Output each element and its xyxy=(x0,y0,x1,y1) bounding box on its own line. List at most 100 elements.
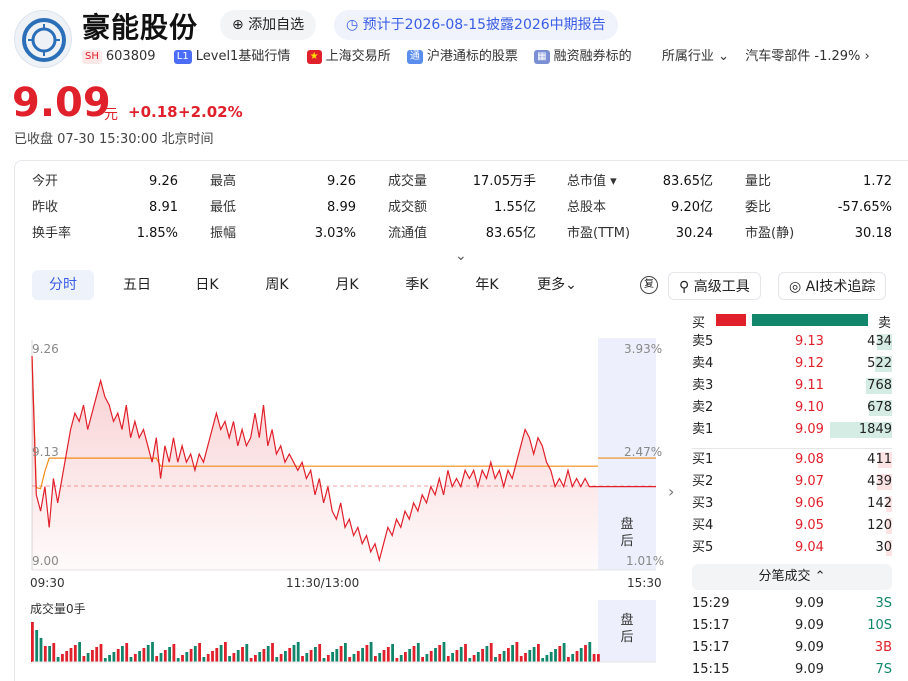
volume-bar xyxy=(485,646,489,662)
volume-bar xyxy=(537,644,540,662)
trade-time: 15:15 xyxy=(692,662,730,677)
volume-bar xyxy=(193,646,197,662)
volume-bar xyxy=(138,651,141,662)
volume-bar xyxy=(451,653,454,662)
trade-price: 9.09 xyxy=(795,596,824,611)
trade-price: 9.09 xyxy=(795,662,824,677)
bid-row[interactable]: 买3 9.06 142 xyxy=(692,493,892,515)
volume-bar xyxy=(318,644,322,662)
level-price: 9.06 xyxy=(795,496,824,511)
trade-volume: 3S xyxy=(875,596,892,611)
volume-bar xyxy=(129,657,133,662)
level-volume: 1849 xyxy=(858,422,892,437)
volume-bar xyxy=(399,655,403,662)
price-axis-high: 9.26 xyxy=(32,342,59,356)
volume-bar xyxy=(575,651,579,662)
volume-bar xyxy=(31,622,34,662)
trade-volume: 7S xyxy=(875,662,892,677)
volume-bar xyxy=(597,654,600,662)
level-label: 买2 xyxy=(692,474,714,489)
collapse-panel-chevron-icon[interactable]: › xyxy=(668,482,674,501)
volume-bar xyxy=(211,651,214,662)
volume-bar xyxy=(507,648,510,662)
trade-price: 9.09 xyxy=(795,640,824,655)
trade-volume: 3B xyxy=(874,640,892,655)
volume-bar xyxy=(73,645,77,662)
volume-bar xyxy=(52,643,56,662)
volume-bar xyxy=(348,657,352,662)
volume-bar xyxy=(271,643,274,662)
ask-row[interactable]: 卖2 9.10 678 xyxy=(692,397,892,419)
volume-bar xyxy=(554,649,557,662)
volume-bar xyxy=(476,652,480,662)
bid-row[interactable]: 买2 9.07 439 xyxy=(692,471,892,493)
volume-bar xyxy=(335,649,339,662)
volume-bar xyxy=(249,658,253,662)
volume-bar xyxy=(459,647,463,662)
trade-row: 15:29 9.09 3S xyxy=(692,593,892,615)
volume-bar xyxy=(549,652,553,662)
volume-bar xyxy=(86,653,90,662)
volume-bar xyxy=(314,647,317,662)
ask-row[interactable]: 卖4 9.12 522 xyxy=(692,353,892,375)
level-label: 卖5 xyxy=(692,334,714,349)
volume-bar xyxy=(344,643,347,662)
bid-row[interactable]: 买1 9.08 411 xyxy=(692,449,892,471)
volume-bar xyxy=(305,653,309,662)
volume-bar xyxy=(254,655,257,662)
ask-row[interactable]: 卖3 9.11 768 xyxy=(692,375,892,397)
ask-row[interactable]: 卖1 9.09 1849 xyxy=(692,419,892,441)
level-price: 9.11 xyxy=(795,378,824,393)
bid-row[interactable]: 买4 9.05 120 xyxy=(692,515,892,537)
volume-bar xyxy=(481,649,484,662)
volume-bar xyxy=(464,644,467,662)
volume-bar xyxy=(434,648,437,662)
volume-bar xyxy=(365,645,369,662)
volume-bar xyxy=(133,654,137,662)
level-volume: 411 xyxy=(867,452,892,467)
trade-time: 15:29 xyxy=(692,596,730,611)
volume-bar xyxy=(326,655,330,662)
time-axis-end: 15:30 xyxy=(627,576,662,590)
volume-bar xyxy=(412,646,416,662)
volume-bar xyxy=(455,650,459,662)
level-label: 买1 xyxy=(692,452,714,467)
tick-trades-toggle[interactable]: 分笔成交 ⌃ xyxy=(692,564,892,590)
level-volume: 522 xyxy=(867,356,892,371)
volume-bar xyxy=(168,647,171,662)
level-price: 9.12 xyxy=(795,356,824,371)
volume-bar xyxy=(61,654,64,662)
level-price: 9.10 xyxy=(795,400,824,415)
volume-bar xyxy=(245,644,249,662)
level-label: 卖2 xyxy=(692,400,714,415)
volume-bar xyxy=(116,649,120,662)
ask-row[interactable]: 卖5 9.13 434 xyxy=(692,331,892,353)
volume-bar xyxy=(262,649,266,662)
volume-bar xyxy=(519,656,523,662)
volume-bar xyxy=(361,648,364,662)
volume-bar xyxy=(369,642,373,662)
level-volume: 678 xyxy=(867,400,892,415)
bid-row[interactable]: 买5 9.04 30 xyxy=(692,537,892,559)
volume-bar xyxy=(185,652,189,662)
volume-bar xyxy=(515,642,519,662)
volume-bar xyxy=(78,642,81,662)
volume-bar xyxy=(567,657,570,662)
volume-bar xyxy=(511,645,514,662)
volume-bar xyxy=(524,653,527,662)
volume-bar xyxy=(562,643,566,662)
volume-bar xyxy=(91,650,94,662)
price-axis-mid: 9.13 xyxy=(32,445,59,459)
volume-bar xyxy=(309,650,313,662)
level-price: 9.04 xyxy=(795,540,824,555)
volume-bar xyxy=(258,652,262,662)
volume-bar xyxy=(121,646,124,662)
volume-bar xyxy=(146,645,150,662)
volume-bar xyxy=(438,645,442,662)
volume-bar xyxy=(404,652,407,662)
volume-bar xyxy=(151,642,154,662)
level-price: 9.08 xyxy=(795,452,824,467)
volume-bar xyxy=(374,656,377,662)
level-price: 9.07 xyxy=(795,474,824,489)
volume-bar xyxy=(421,657,424,662)
